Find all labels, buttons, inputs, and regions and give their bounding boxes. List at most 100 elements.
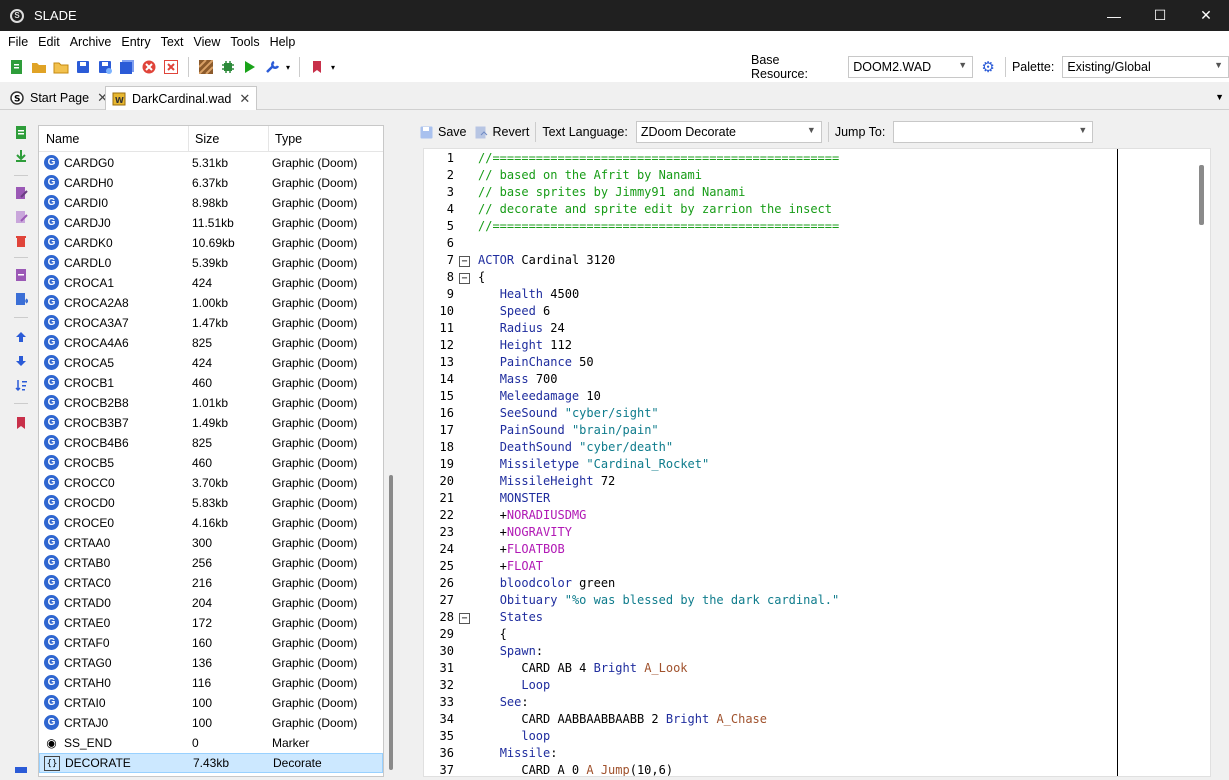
close-all-icon[interactable] xyxy=(160,56,182,78)
close-button[interactable]: ✕ xyxy=(1183,0,1229,31)
fold-toggle-icon[interactable]: − xyxy=(459,256,470,267)
entry-row[interactable]: G CARDK0 10.69kb Graphic (Doom) xyxy=(39,233,383,253)
base-resource-select[interactable]: DOOM2.WAD ▼ xyxy=(848,56,974,78)
new-entry-icon[interactable] xyxy=(10,122,32,142)
entry-row[interactable]: G CARDJ0 11.51kb Graphic (Doom) xyxy=(39,213,383,233)
rename-each-icon[interactable] xyxy=(10,207,32,227)
code-editor-scrollbar[interactable] xyxy=(1199,165,1204,225)
entry-row[interactable]: G CRTAB0 256 Graphic (Doom) xyxy=(39,553,383,573)
line-number: 22 xyxy=(439,508,454,522)
entry-row[interactable]: G CROCA1 424 Graphic (Doom) xyxy=(39,273,383,293)
entry-row[interactable]: G CARDH0 6.37kb Graphic (Doom) xyxy=(39,173,383,193)
menu-text[interactable]: Text xyxy=(156,35,189,49)
entry-row[interactable]: G CRTAJ0 100 Graphic (Doom) xyxy=(39,713,383,733)
entry-row[interactable]: G CRTAC0 216 Graphic (Doom) xyxy=(39,573,383,593)
entry-row[interactable]: G CRTAE0 172 Graphic (Doom) xyxy=(39,613,383,633)
save-icon[interactable] xyxy=(72,56,94,78)
import-entry-icon[interactable] xyxy=(10,146,32,166)
code-text: Height 112 xyxy=(478,338,572,352)
tab-start-page[interactable]: S Start Page ✕ xyxy=(4,86,114,110)
column-type-header[interactable]: Type xyxy=(275,132,302,146)
entry-row[interactable]: G CRTAH0 116 Graphic (Doom) xyxy=(39,673,383,693)
tab-list-dropdown-icon[interactable]: ▼ xyxy=(1215,92,1224,102)
rename-entry-icon[interactable] xyxy=(10,183,32,203)
entry-row[interactable]: G CRTAF0 160 Graphic (Doom) xyxy=(39,633,383,653)
wrench-dropdown-chevron-icon[interactable]: ▾ xyxy=(283,56,293,78)
maximize-button[interactable]: ☐ xyxy=(1137,0,1183,31)
column-size-header[interactable]: Size xyxy=(195,132,219,146)
code-token: loop xyxy=(521,729,551,743)
move-up-icon[interactable] xyxy=(10,327,32,347)
entry-name: CARDL0 xyxy=(64,256,112,270)
open-dir-icon[interactable] xyxy=(50,56,72,78)
menu-view[interactable]: View xyxy=(189,35,226,49)
open-archive-icon[interactable] xyxy=(28,56,50,78)
entry-row[interactable]: G CARDI0 8.98kb Graphic (Doom) xyxy=(39,193,383,213)
entry-row[interactable]: G CROCA2A8 1.00kb Graphic (Doom) xyxy=(39,293,383,313)
map-editor-icon[interactable] xyxy=(217,56,239,78)
bookmark-dropdown-chevron-icon[interactable]: ▾ xyxy=(328,56,338,78)
entry-row[interactable]: G CARDL0 5.39kb Graphic (Doom) xyxy=(39,253,383,273)
menu-tools[interactable]: Tools xyxy=(225,35,264,49)
delete-entry-icon[interactable] xyxy=(10,231,32,251)
entry-row[interactable]: G CARDG0 5.31kb Graphic (Doom) xyxy=(39,153,383,173)
entry-size: 116 xyxy=(192,676,212,690)
fold-toggle-icon[interactable]: − xyxy=(459,273,470,284)
entry-row[interactable]: G CROCD0 5.83kb Graphic (Doom) xyxy=(39,493,383,513)
run-icon[interactable] xyxy=(239,56,261,78)
menu-entry[interactable]: Entry xyxy=(116,35,155,49)
entry-row[interactable]: G CROCB5 460 Graphic (Doom) xyxy=(39,453,383,473)
entry-row[interactable]: G CROCB1 460 Graphic (Doom) xyxy=(39,373,383,393)
entry-row[interactable]: G CROCA4A6 825 Graphic (Doom) xyxy=(39,333,383,353)
gear-icon[interactable]: ⚙ xyxy=(977,56,999,78)
editor-save-button[interactable]: Save xyxy=(420,125,467,139)
entry-row[interactable]: G CRTAD0 204 Graphic (Doom) xyxy=(39,593,383,613)
bookmark-icon[interactable] xyxy=(10,413,32,433)
entry-row[interactable]: {} DECORATE 7.43kb Decorate xyxy=(39,753,383,773)
code-editor[interactable]: 1 //=====================================… xyxy=(423,148,1211,777)
tab-darkcardinal-wad[interactable]: W DarkCardinal.wad ✕ xyxy=(105,86,258,110)
save-as-icon[interactable] xyxy=(94,56,116,78)
menu-file[interactable]: File xyxy=(3,35,33,49)
entry-row[interactable]: G CRTAI0 100 Graphic (Doom) xyxy=(39,693,383,713)
fold-toggle-icon[interactable]: − xyxy=(459,613,470,624)
entry-row[interactable]: G CROCB3B7 1.49kb Graphic (Doom) xyxy=(39,413,383,433)
save-all-icon[interactable] xyxy=(116,56,138,78)
entry-row[interactable]: G CROCA3A7 1.47kb Graphic (Doom) xyxy=(39,313,383,333)
bookmark-icon[interactable] xyxy=(306,56,328,78)
text-language-select[interactable]: ZDoom Decorate ▼ xyxy=(635,121,822,143)
entry-row[interactable]: G CROCC0 3.70kb Graphic (Doom) xyxy=(39,473,383,493)
close-archive-icon[interactable] xyxy=(138,56,160,78)
entry-row[interactable]: G CROCA5 424 Graphic (Doom) xyxy=(39,353,383,373)
column-name-header[interactable]: Name xyxy=(46,132,79,146)
menu-help[interactable]: Help xyxy=(265,35,301,49)
move-down-icon[interactable] xyxy=(10,351,32,371)
sort-icon[interactable] xyxy=(10,375,32,395)
entry-list[interactable]: Name Size Type G CARDG0 5.31kb Graphic (Doo… xyxy=(38,125,384,777)
palette-select[interactable]: Existing/Global ▼ xyxy=(1062,56,1229,78)
entry-type: Graphic (Doom) xyxy=(272,496,358,510)
new-archive-icon[interactable] xyxy=(6,56,28,78)
menu-edit[interactable]: Edit xyxy=(33,35,65,49)
entry-copy-icon[interactable] xyxy=(10,265,32,285)
entry-list-scrollbar[interactable] xyxy=(389,475,393,770)
code-token: FLOATBOB xyxy=(506,542,565,556)
collapse-panel-icon[interactable] xyxy=(10,760,32,780)
wrench-icon[interactable] xyxy=(261,56,283,78)
entry-row[interactable]: G CROCB2B8 1.01kb Graphic (Doom) xyxy=(39,393,383,413)
editor-revert-button[interactable]: Revert xyxy=(475,125,529,139)
entry-row[interactable]: G CRTAA0 300 Graphic (Doom) xyxy=(39,533,383,553)
minimize-button[interactable]: — xyxy=(1091,0,1137,31)
tab-close-icon[interactable]: ✕ xyxy=(239,91,250,107)
entry-export-icon[interactable] xyxy=(10,289,32,309)
code-line: 37 CARD A 0 A_Jump(10,6) xyxy=(424,763,1210,776)
menu-archive[interactable]: Archive xyxy=(65,35,117,49)
entry-row[interactable]: G CROCB4B6 825 Graphic (Doom) xyxy=(39,433,383,453)
jump-to-select[interactable]: ▼ xyxy=(893,121,1094,143)
entry-row[interactable]: G CROCE0 4.16kb Graphic (Doom) xyxy=(39,513,383,533)
entry-row[interactable]: G CRTAG0 136 Graphic (Doom) xyxy=(39,653,383,673)
entry-row[interactable]: ◉ SS_END 0 Marker xyxy=(39,733,383,753)
code-token: // based on the Afrit by Nanami xyxy=(478,168,702,182)
texture-editor-icon[interactable] xyxy=(195,56,217,78)
